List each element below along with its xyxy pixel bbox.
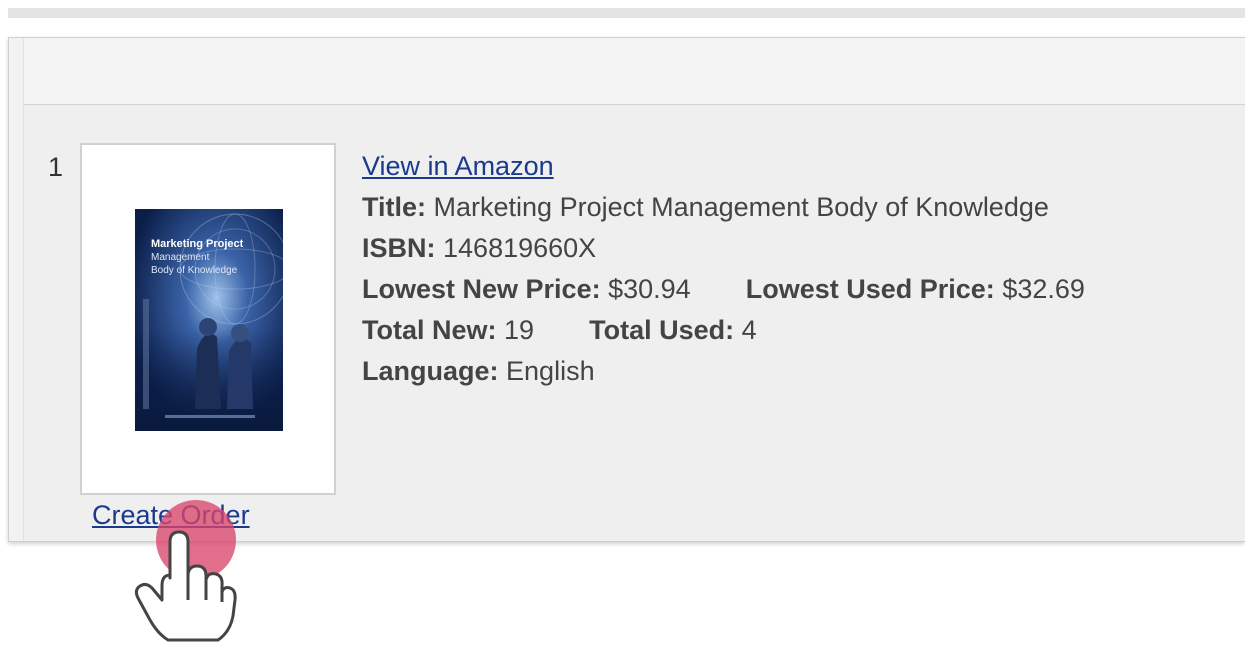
- price-field: Lowest New Price: $30.94 Lowest Used Pri…: [362, 269, 1085, 310]
- result-index: 1: [48, 152, 64, 182]
- lowest-used-price-value: $32.69: [1002, 274, 1085, 304]
- result-details: View in Amazon Title: Marketing Project …: [362, 146, 1085, 392]
- lowest-used-price-label: Lowest Used Price:: [745, 274, 995, 304]
- top-bar: [0, 0, 1245, 20]
- total-new-value: 19: [504, 315, 535, 345]
- isbn-value: 146819660X: [443, 233, 597, 263]
- title-label: Title:: [362, 192, 427, 222]
- cover-title-line1: Marketing Project: [151, 238, 244, 250]
- create-order-link[interactable]: Create Order: [92, 500, 250, 531]
- top-divider: [8, 8, 1245, 18]
- isbn-label: ISBN:: [362, 233, 436, 263]
- title-field: Title: Marketing Project Management Body…: [362, 187, 1085, 228]
- total-used-label: Total Used:: [589, 315, 735, 345]
- title-value: Marketing Project Management Body of Kno…: [433, 192, 1049, 222]
- results-header: [23, 38, 1245, 105]
- view-in-amazon-link[interactable]: View in Amazon: [362, 151, 554, 181]
- cover-title-line3: Body of Knowledge: [151, 265, 238, 276]
- totals-field: Total New: 19 Total Used: 4: [362, 310, 1085, 351]
- isbn-field: ISBN: 146819660X: [362, 228, 1085, 269]
- language-label: Language:: [362, 356, 499, 386]
- lowest-new-price-label: Lowest New Price:: [362, 274, 601, 304]
- lowest-new-price-value: $30.94: [608, 274, 691, 304]
- language-field: Language: English: [362, 351, 1085, 392]
- total-used-value: 4: [741, 315, 757, 345]
- cover-title-line2: Management: [151, 252, 210, 263]
- language-value: English: [506, 356, 595, 386]
- total-new-label: Total New:: [362, 315, 497, 345]
- book-cover-image[interactable]: Marketing Project Management Body of Kno…: [135, 209, 283, 431]
